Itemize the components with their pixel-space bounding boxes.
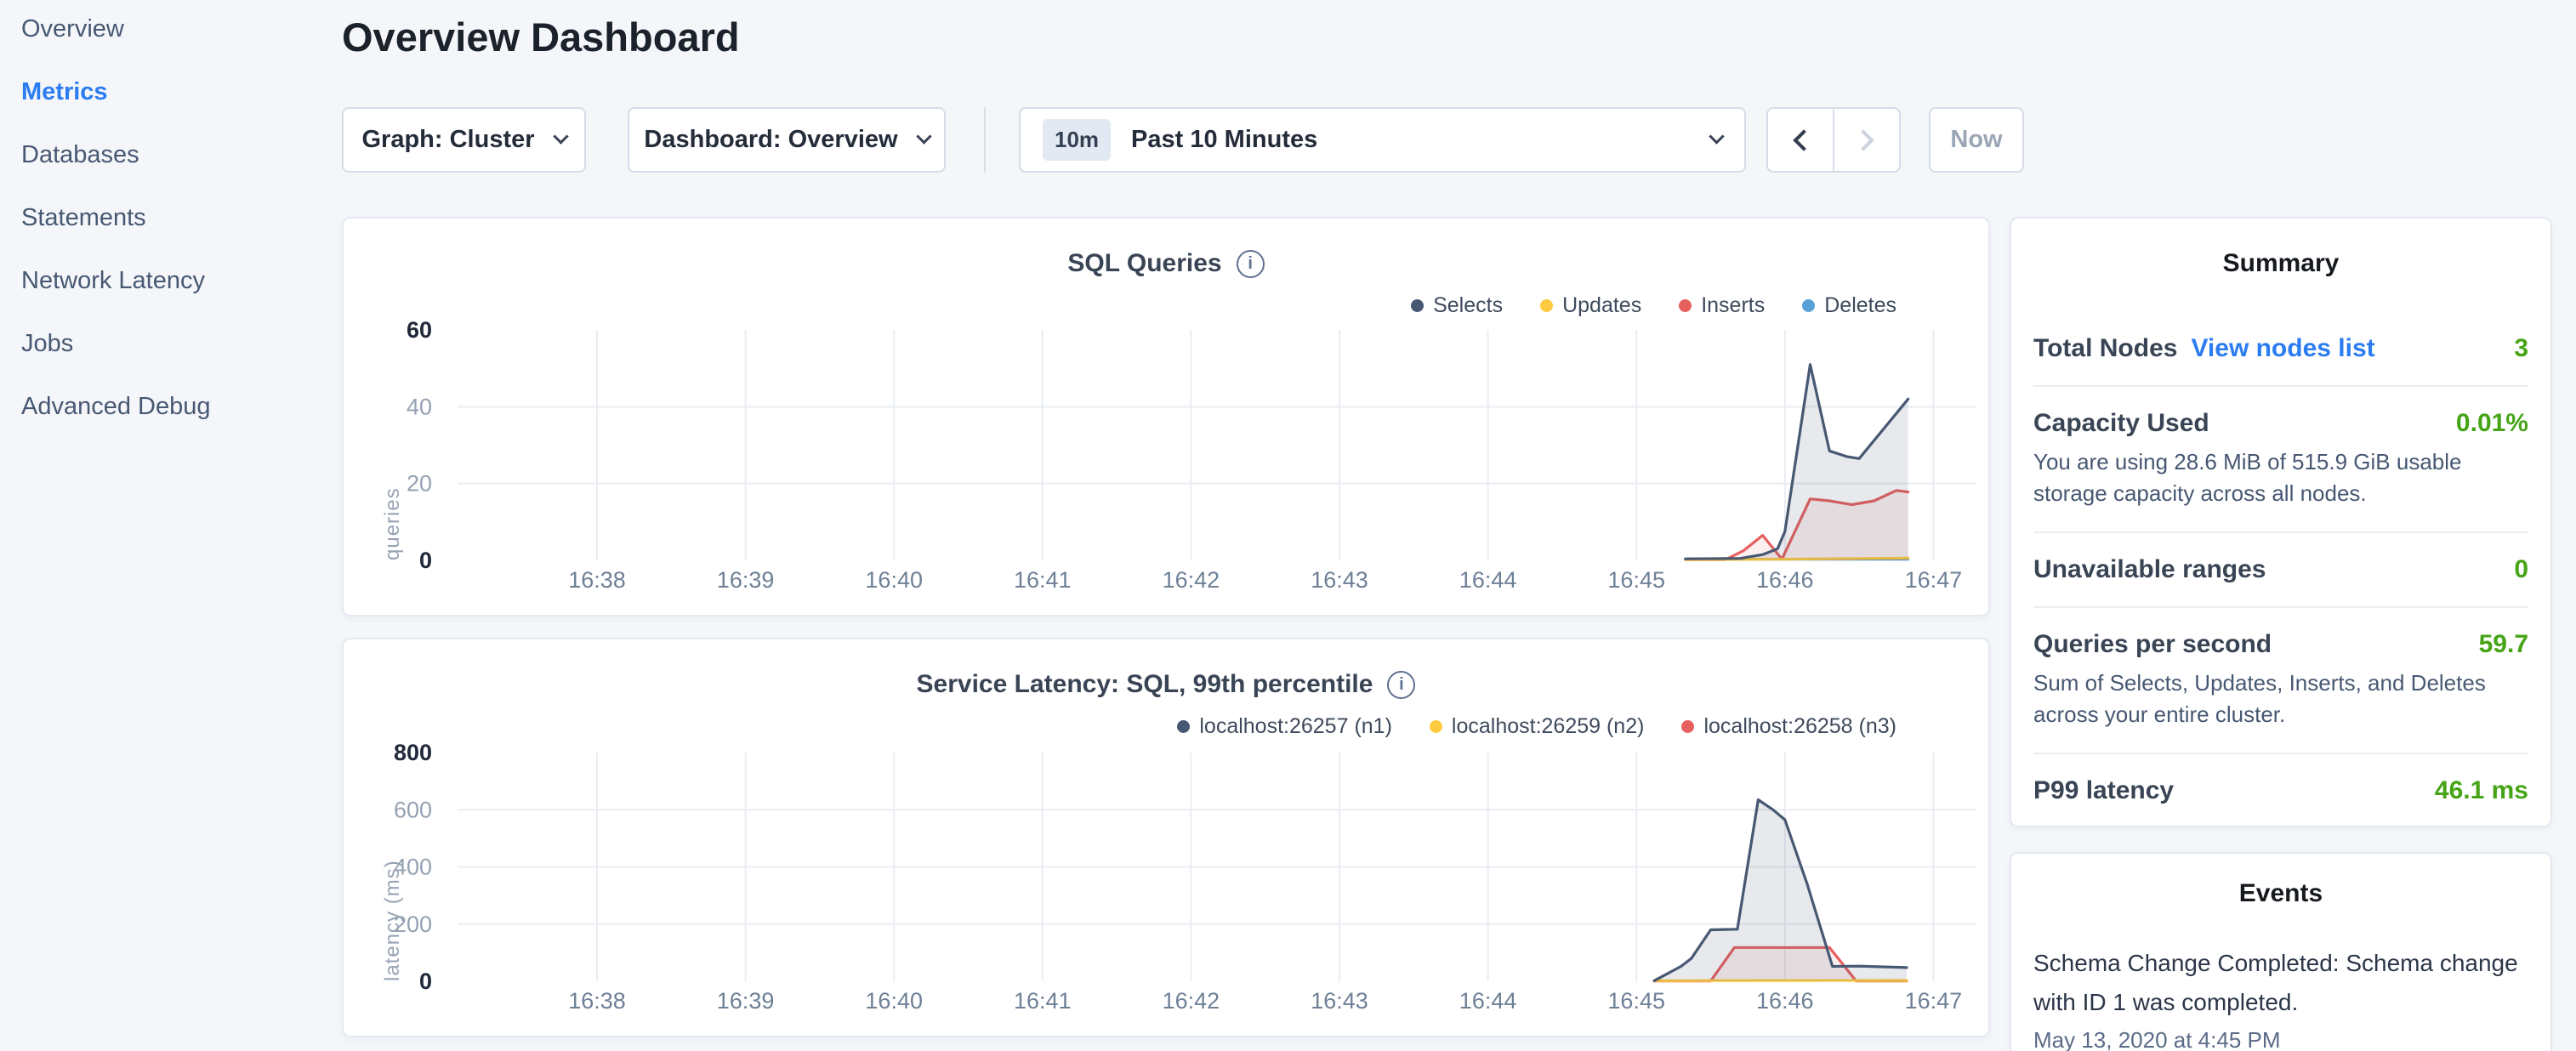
event-text: Schema Change Completed: Schema change w… xyxy=(2033,944,2528,1022)
svg-text:16:41: 16:41 xyxy=(1014,988,1072,1014)
svg-text:16:47: 16:47 xyxy=(1905,988,1963,1014)
svg-text:40: 40 xyxy=(407,394,432,419)
sidebar-item-advanced-debug[interactable]: Advanced Debug xyxy=(21,392,211,421)
svg-text:800: 800 xyxy=(394,740,432,765)
summary-row-label: Queries per second xyxy=(2033,630,2272,659)
summary-row-label: Unavailable ranges xyxy=(2033,555,2266,584)
summary-row-value: 0 xyxy=(2514,555,2528,584)
svg-text:16:40: 16:40 xyxy=(865,567,923,593)
time-prev-button[interactable] xyxy=(1768,109,1833,171)
svg-text:16:44: 16:44 xyxy=(1459,567,1517,593)
svg-text:20: 20 xyxy=(407,471,432,497)
svg-text:16:46: 16:46 xyxy=(1756,988,1814,1014)
sidebar-item-overview[interactable]: Overview xyxy=(21,14,211,43)
events-panel: Events Schema Change Completed: Schema c… xyxy=(2010,852,2552,1051)
svg-text:16:40: 16:40 xyxy=(865,988,923,1014)
summary-row-total-nodes: Total Nodes View nodes list 3 xyxy=(2033,312,2528,385)
summary-row-value: 0.01% xyxy=(2456,409,2528,438)
svg-text:16:45: 16:45 xyxy=(1607,988,1665,1014)
summary-row-label: P99 latency xyxy=(2033,776,2174,805)
sidebar-item-metrics[interactable]: Metrics xyxy=(21,77,211,106)
chevron-right-icon xyxy=(1852,129,1874,151)
chevron-down-icon xyxy=(916,128,931,144)
svg-text:400: 400 xyxy=(394,855,432,880)
svg-text:16:38: 16:38 xyxy=(568,567,626,593)
svg-text:0: 0 xyxy=(419,969,432,994)
service-latency-chart[interactable]: 16:38 16:39 16:40 16:41 16:42 16:43 16:44 16:45… xyxy=(344,639,1990,1037)
svg-text:16:38: 16:38 xyxy=(568,988,626,1014)
svg-text:16:39: 16:39 xyxy=(717,988,775,1014)
svg-text:16:45: 16:45 xyxy=(1607,567,1665,593)
service-latency-panel: Service Latency: SQL, 99th percentile i … xyxy=(342,638,1990,1037)
event-timestamp: May 13, 2020 at 4:45 PM xyxy=(2033,1027,2528,1051)
events-title: Events xyxy=(2033,879,2528,908)
sql-queries-chart[interactable]: 16:38 16:39 16:40 16:41 16:42 16:43 16:44 16:45… xyxy=(344,219,1990,616)
time-next-button[interactable] xyxy=(1833,109,1899,171)
svg-text:16:39: 16:39 xyxy=(717,567,775,593)
dashboard-label: Dashboard: Overview xyxy=(644,126,897,154)
page-title: Overview Dashboard xyxy=(342,14,740,60)
chevron-left-icon xyxy=(1793,129,1814,151)
svg-text:16:42: 16:42 xyxy=(1163,988,1220,1014)
summary-row-unavailable-ranges: Unavailable ranges 0 xyxy=(2033,533,2528,606)
summary-row-label: Capacity Used xyxy=(2033,409,2209,438)
sidebar-nav: Overview Metrics Databases Statements Ne… xyxy=(21,14,211,421)
summary-row-description: You are using 28.6 MiB of 515.9 GiB usab… xyxy=(2033,446,2528,509)
svg-text:16:43: 16:43 xyxy=(1311,988,1368,1014)
summary-panel: Summary Total Nodes View nodes list 3 Ca… xyxy=(2010,217,2552,827)
time-step-buttons xyxy=(1766,107,1901,173)
svg-text:0: 0 xyxy=(419,548,432,573)
time-range-dropdown[interactable]: 10m Past 10 Minutes xyxy=(1019,107,1746,173)
now-button[interactable]: Now xyxy=(1929,107,2024,173)
event-item: Schema Change Completed: Schema change w… xyxy=(2033,944,2528,1051)
summary-row-label: Total Nodes xyxy=(2033,334,2177,363)
sql-queries-panel: SQL Queries i Selects Updates Inserts De… xyxy=(342,217,1990,616)
sidebar-item-statements[interactable]: Statements xyxy=(21,203,211,232)
time-range-badge: 10m xyxy=(1043,119,1111,161)
svg-text:16:43: 16:43 xyxy=(1311,567,1368,593)
dashboard-dropdown[interactable]: Dashboard: Overview xyxy=(628,107,946,173)
summary-row-queries-per-second: Queries per second 59.7 Sum of Selects, … xyxy=(2033,608,2528,753)
summary-row-value: 3 xyxy=(2514,334,2528,363)
summary-row-p99-latency: P99 latency 46.1 ms xyxy=(2033,754,2528,827)
time-range-label: Past 10 Minutes xyxy=(1131,126,1317,154)
graph-scope-label: Graph: Cluster xyxy=(361,126,534,154)
svg-text:60: 60 xyxy=(407,317,432,343)
svg-text:16:44: 16:44 xyxy=(1459,988,1517,1014)
summary-row-value: 59.7 xyxy=(2479,630,2528,659)
svg-text:200: 200 xyxy=(394,912,432,937)
summary-title: Summary xyxy=(2033,249,2528,278)
chevron-down-icon xyxy=(1709,128,1724,144)
admin-ui-page: Overview Metrics Databases Statements Ne… xyxy=(0,0,2576,1051)
svg-text:600: 600 xyxy=(394,797,432,822)
chevron-down-icon xyxy=(553,128,568,144)
toolbar-divider xyxy=(984,107,986,173)
svg-text:16:47: 16:47 xyxy=(1905,567,1963,593)
summary-row-capacity-used: Capacity Used 0.01% You are using 28.6 M… xyxy=(2033,387,2528,531)
svg-text:16:42: 16:42 xyxy=(1163,567,1220,593)
sidebar-item-jobs[interactable]: Jobs xyxy=(21,329,211,358)
sidebar-item-network-latency[interactable]: Network Latency xyxy=(21,266,211,295)
sidebar-item-databases[interactable]: Databases xyxy=(21,140,211,169)
svg-text:16:41: 16:41 xyxy=(1014,567,1072,593)
summary-row-description: Sum of Selects, Updates, Inserts, and De… xyxy=(2033,668,2528,730)
summary-row-value: 46.1 ms xyxy=(2435,776,2528,805)
graph-scope-dropdown[interactable]: Graph: Cluster xyxy=(342,107,586,173)
svg-text:16:46: 16:46 xyxy=(1756,567,1814,593)
view-nodes-list-link[interactable]: View nodes list xyxy=(2191,334,2374,363)
